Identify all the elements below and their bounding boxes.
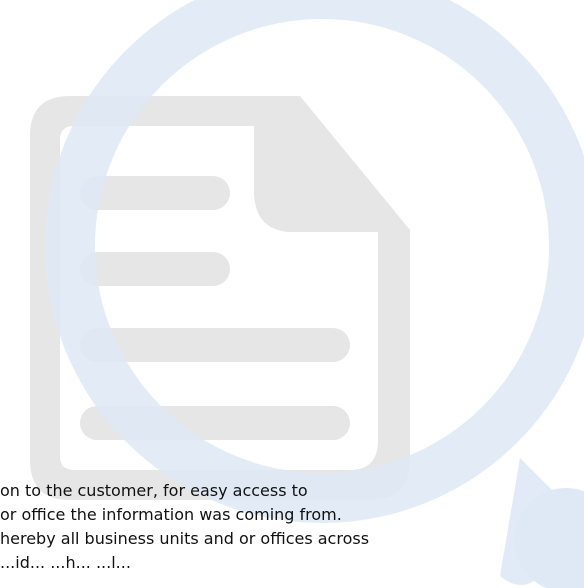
body-text-line-1: on to the customer, for easy access to [0, 481, 308, 500]
page: on to the customer, for easy access to o… [0, 0, 584, 588]
body-text-line-2: or office the information was coming fro… [0, 505, 342, 524]
doc-line-2 [80, 252, 230, 286]
body-text-line-4: ...id... ...h... ...l... [0, 553, 131, 572]
body-text-line-3: hereby all business units and or offices… [0, 529, 370, 548]
